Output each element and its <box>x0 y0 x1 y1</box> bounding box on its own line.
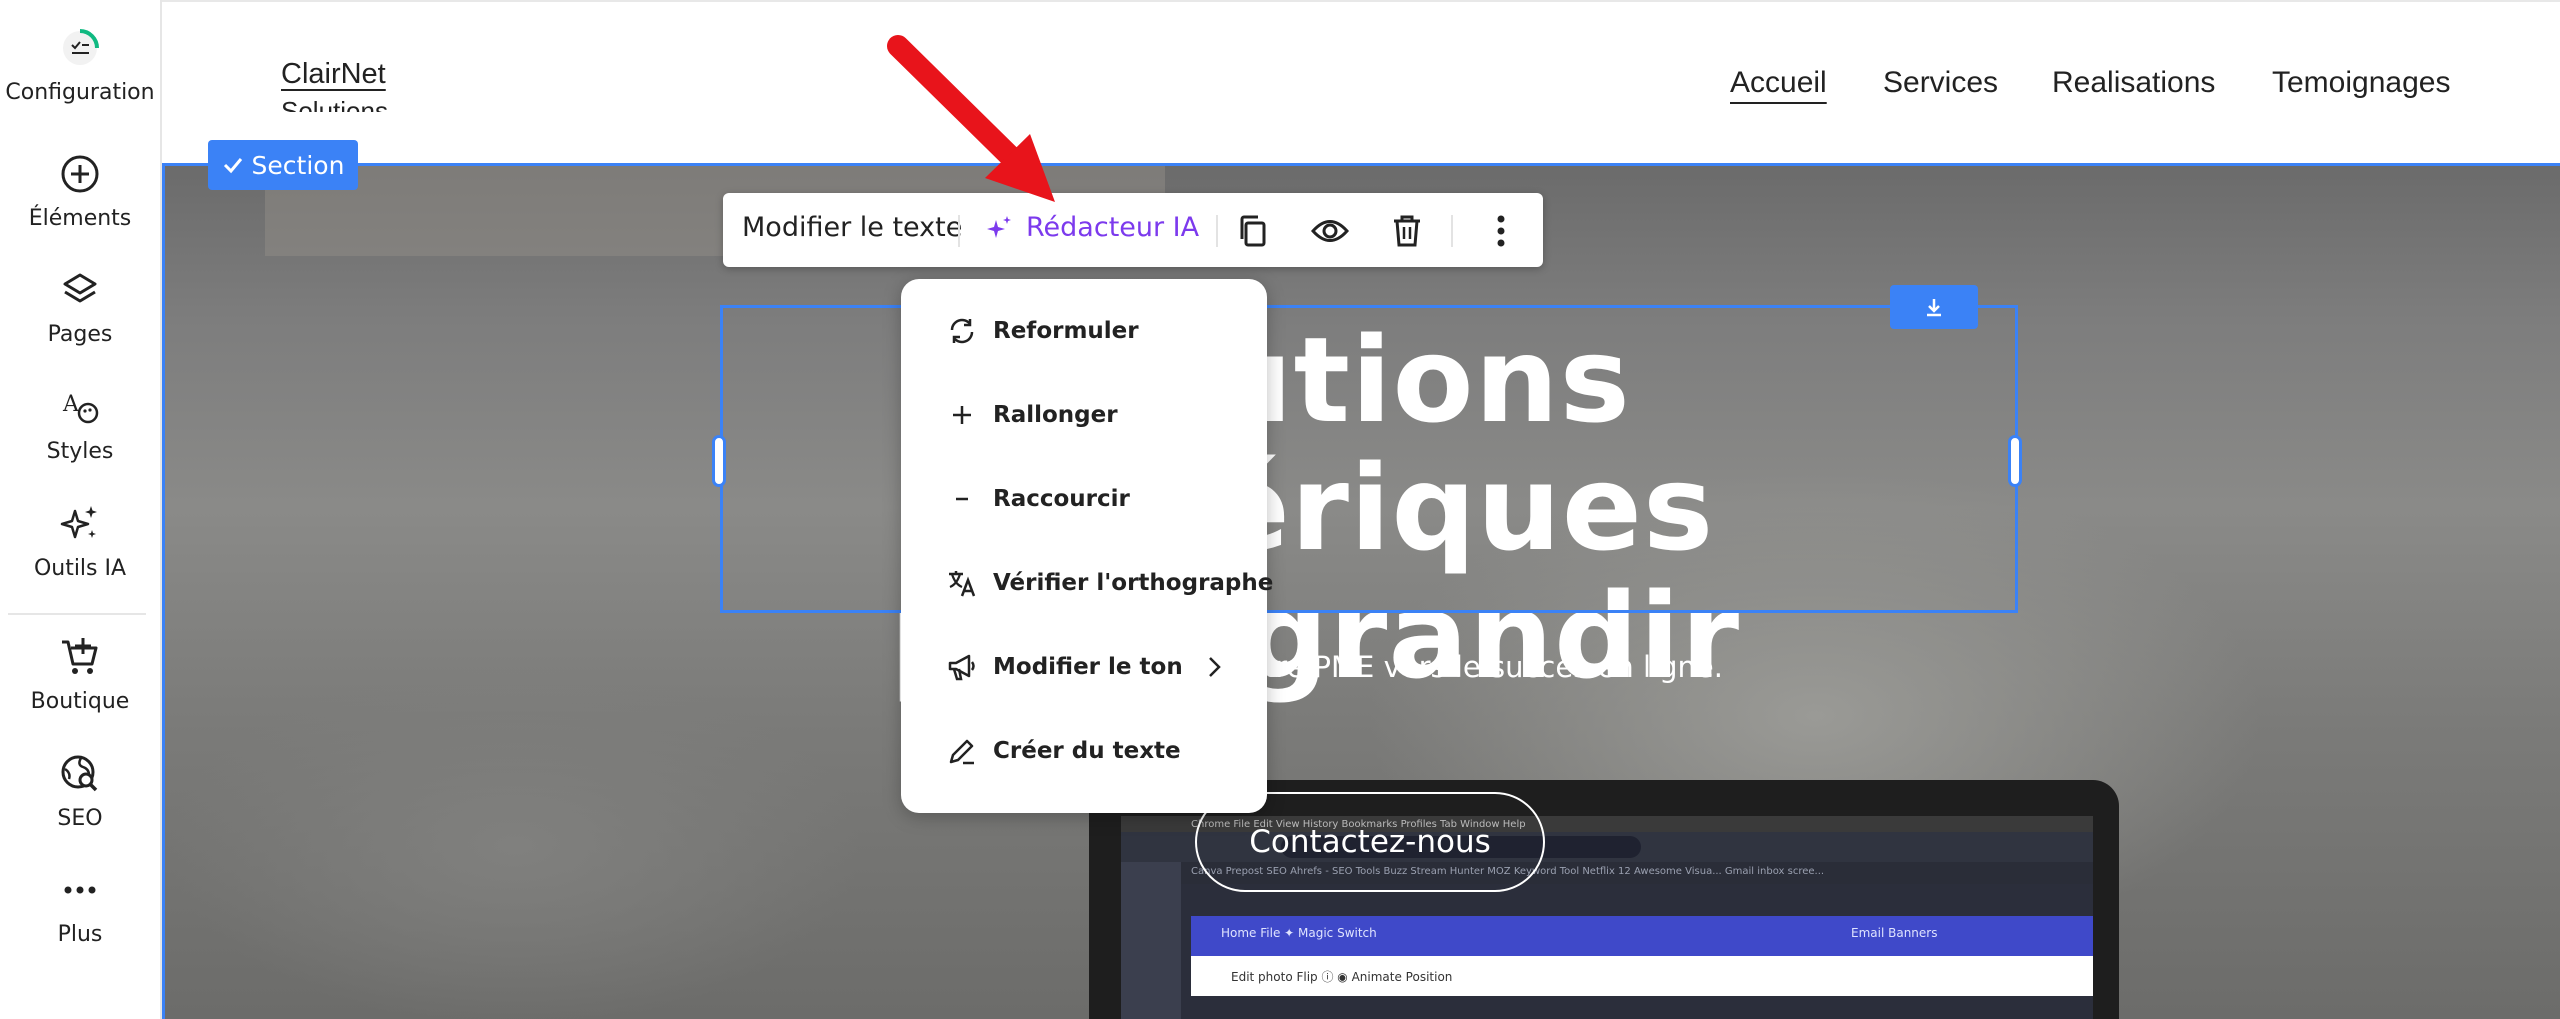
resize-handle-right[interactable] <box>2008 435 2022 487</box>
rephrase-icon <box>947 316 977 346</box>
sidebar-item-label: Éléments <box>28 206 132 231</box>
laptop-canva-menu: Home File ✦ Magic Switch <box>1221 926 1377 940</box>
globe-search-icon <box>58 752 102 796</box>
sidebar-item-label: Pages <box>47 322 113 347</box>
menu-item-spellcheck[interactable]: Vérifier l'orthographe <box>947 568 1273 598</box>
menu-item-change-tone[interactable]: Modifier le ton <box>947 652 1229 682</box>
resize-handle-left[interactable] <box>712 435 726 487</box>
nav-link-temoignages[interactable]: Temoignages <box>2272 66 2450 100</box>
sidebar-item-ai-tools[interactable]: Outils IA <box>0 502 160 581</box>
hero-heading[interactable]: Solutions numériques pour grandir <box>665 316 1965 700</box>
menu-item-label: Créer du texte <box>993 738 1181 764</box>
menu-item-label: Raccourcir <box>993 486 1130 512</box>
toolbar-divider <box>1216 215 1218 247</box>
laptop-canva-edit: Edit photo Flip ⓘ ◉ Animate Position <box>1231 970 1453 984</box>
menu-item-label: Rallonger <box>993 402 1118 428</box>
eye-icon[interactable] <box>1310 211 1350 251</box>
toolbar-divider <box>1451 215 1453 247</box>
section-badge-label: Section <box>251 150 345 180</box>
toolbar-divider <box>958 215 960 247</box>
minus-icon <box>947 484 977 514</box>
sidebar-item-pages[interactable]: Pages <box>0 268 160 347</box>
ai-writer-label: Rédacteur IA <box>1026 212 1200 243</box>
menu-item-label: Modifier le ton <box>993 654 1183 680</box>
sidebar-item-more[interactable]: Plus <box>0 868 160 947</box>
trash-icon[interactable] <box>1387 211 1427 251</box>
sidebar-item-label: Configuration <box>5 80 155 105</box>
menu-item-lengthen[interactable]: Rallonger <box>947 400 1118 430</box>
chevron-right-icon <box>1199 652 1229 682</box>
edit-text-button[interactable]: Modifier le texte <box>742 212 962 243</box>
text-toolbar: Modifier le texte Rédacteur IA <box>723 193 1543 267</box>
sidebar-item-label: SEO <box>57 806 103 831</box>
menu-item-shorten[interactable]: Raccourcir <box>947 484 1130 514</box>
sidebar-item-label: Outils IA <box>33 556 127 581</box>
sparkles-icon <box>58 502 102 546</box>
menu-item-label: Reformuler <box>993 318 1139 344</box>
sidebar-divider <box>8 613 146 615</box>
sidebar-item-configuration[interactable]: Configuration <box>0 26 160 105</box>
svg-text:A: A <box>62 392 80 417</box>
hero-subtitle[interactable]: ClairNet accompagne votre PME vers le su… <box>665 650 1965 684</box>
translate-icon <box>947 568 977 598</box>
laptop-canva-right: Email Banners <box>1851 926 1938 940</box>
nav-link-realisations[interactable]: Realisations <box>2052 66 2215 100</box>
styles-palette-icon: A <box>58 385 102 429</box>
sidebar-item-label: Plus <box>57 922 103 947</box>
site-logo[interactable]: ClairNet <box>281 58 386 91</box>
more-dots-icon <box>58 868 102 912</box>
sidebar-item-shop[interactable]: Boutique <box>0 635 160 714</box>
section-badge[interactable]: Section <box>208 140 358 190</box>
layers-icon <box>58 268 102 312</box>
duplicate-icon[interactable] <box>1233 211 1273 251</box>
more-vertical-icon[interactable] <box>1481 211 1521 251</box>
download-button[interactable] <box>1890 285 1978 329</box>
ai-writer-button[interactable]: Rédacteur IA <box>986 212 1199 243</box>
sidebar-item-seo[interactable]: SEO <box>0 752 160 831</box>
site-header: ClairNet Solutions Accueil Services Real… <box>162 0 2560 163</box>
setup-checklist-icon <box>58 26 102 70</box>
cart-add-icon <box>58 635 102 679</box>
background-image-detail <box>165 666 865 1019</box>
sidebar-item-elements[interactable]: Éléments <box>0 152 160 231</box>
hero-section[interactable]: Chrome File Edit View History Bookmarks … <box>162 163 2560 1019</box>
site-logo-subtitle: Solutions <box>281 98 388 112</box>
sidebar-item-styles[interactable]: A Styles <box>0 385 160 464</box>
ai-writer-menu: Reformuler Rallonger Raccourcir Vérifier… <box>901 279 1273 813</box>
add-circle-icon <box>58 152 102 196</box>
sidebar-item-label: Boutique <box>30 689 130 714</box>
download-icon <box>1927 299 1941 317</box>
hero-heading-line1: Solutions numériques <box>915 311 1715 577</box>
sidebar-item-label: Styles <box>46 439 114 464</box>
megaphone-icon <box>947 652 977 682</box>
nav-link-accueil[interactable]: Accueil <box>1730 66 1827 100</box>
editor-sidebar: Configuration Éléments Pages A Styles Ou… <box>0 0 162 1019</box>
menu-item-label: Vérifier l'orthographe <box>993 570 1274 596</box>
menu-item-rephrase[interactable]: Reformuler <box>947 316 1139 346</box>
ai-sparkle-icon <box>987 215 1011 238</box>
pencil-icon <box>947 736 977 766</box>
plus-icon <box>947 400 977 430</box>
menu-item-create-text[interactable]: Créer du texte <box>947 736 1181 766</box>
check-icon <box>223 158 242 174</box>
nav-link-services[interactable]: Services <box>1883 66 1998 100</box>
